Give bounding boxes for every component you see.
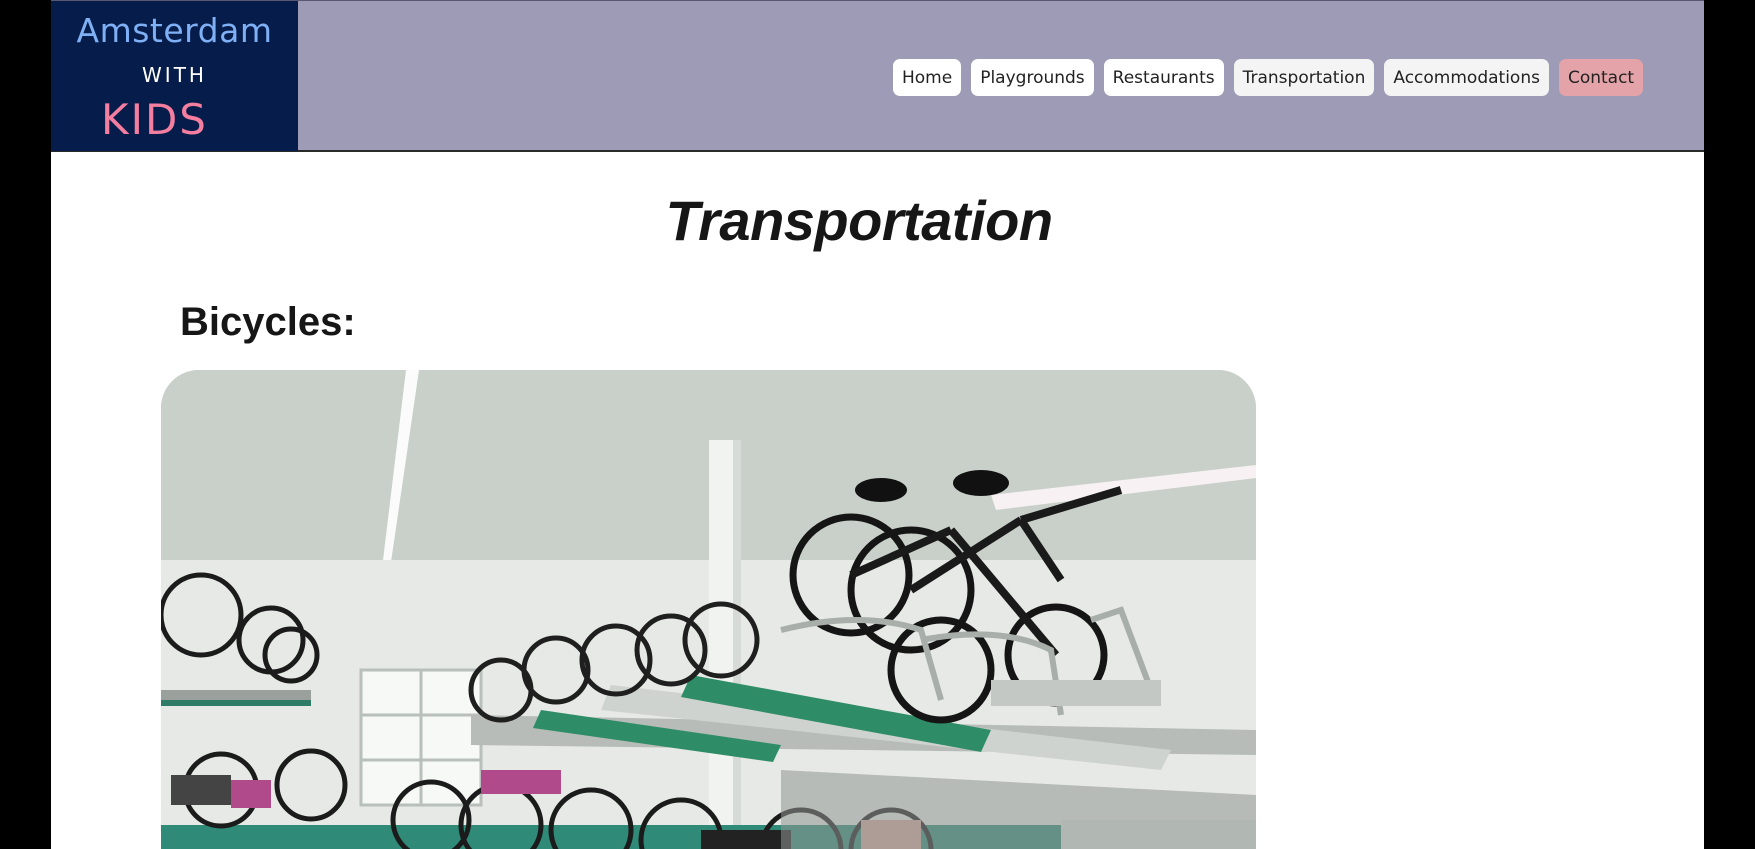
bicycle-parking-illustration (161, 370, 1256, 849)
nav-transportation-button[interactable]: Transportation (1233, 59, 1375, 96)
bicycle-parking-photo (161, 370, 1256, 849)
site-header: Amsterdam WITH KIDS Home Playgrounds Res… (51, 0, 1704, 152)
site-logo[interactable]: Amsterdam WITH KIDS (51, 1, 298, 151)
nav-playgrounds-button[interactable]: Playgrounds (971, 59, 1094, 96)
nav-contact-button[interactable]: Contact (1558, 59, 1644, 96)
nav-home-button[interactable]: Home (893, 59, 962, 96)
section-heading-bicycles: Bicycles: (180, 300, 356, 344)
logo-text-kids: KIDS (101, 95, 208, 144)
main-nav: Home Playgrounds Restaurants Transportat… (893, 59, 1644, 97)
page-title: Transportation (665, 189, 1053, 252)
logo-text-with: WITH (142, 63, 207, 87)
logo-text-amsterdam: Amsterdam (76, 11, 273, 50)
page: Amsterdam WITH KIDS Home Playgrounds Res… (51, 0, 1704, 849)
nav-restaurants-button[interactable]: Restaurants (1103, 59, 1224, 96)
nav-accommodations-button[interactable]: Accommodations (1384, 59, 1549, 96)
